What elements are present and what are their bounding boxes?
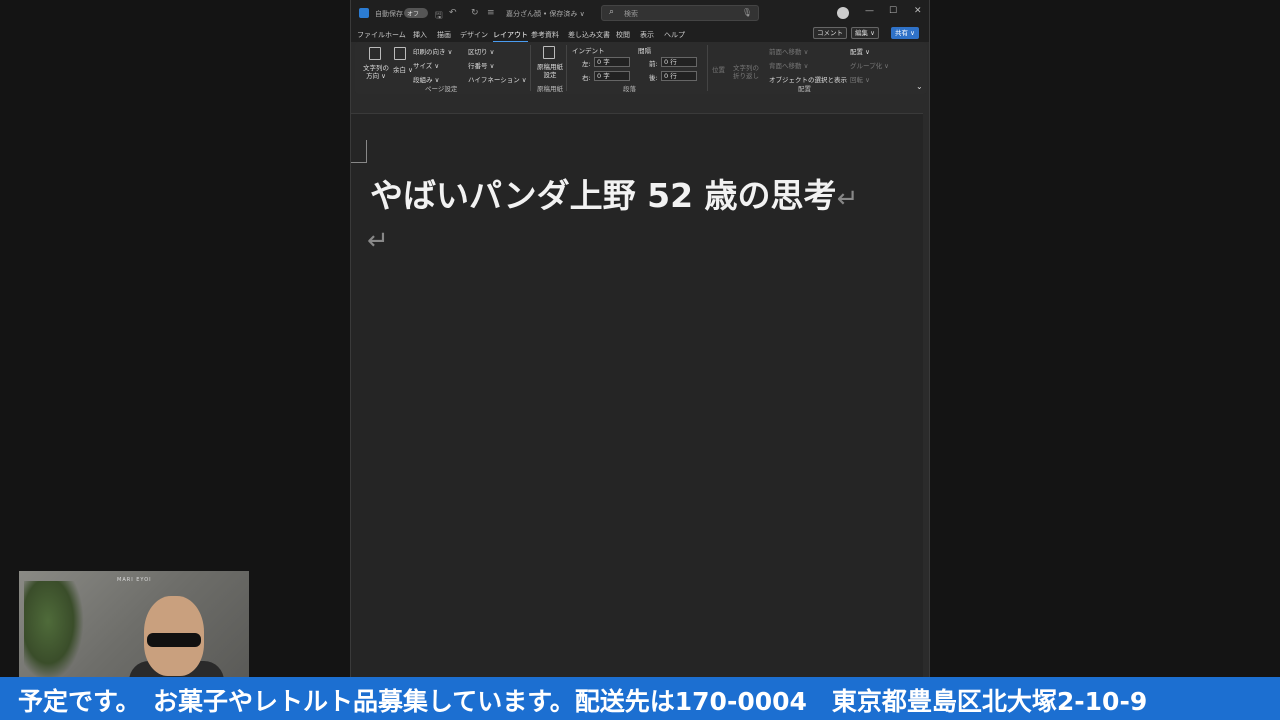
collapse-ribbon-icon[interactable]: ⌄ [916, 82, 923, 91]
send-backward-button[interactable]: 背面へ移動 ∨ [769, 60, 808, 70]
tab-design[interactable]: デザイン [460, 30, 488, 40]
breaks-button[interactable]: 区切り ∨ [468, 46, 494, 56]
spacing-label: 間隔 [638, 47, 651, 55]
divider [707, 45, 708, 91]
orientation-button[interactable]: 印刷の向き ∨ [413, 46, 452, 56]
page-corner-mark [351, 140, 367, 163]
hyphenation-button[interactable]: ハイフネーション ∨ [468, 74, 527, 84]
document-page[interactable]: やばいパンダ上野 52 歳の思考↵ ↵ [351, 113, 923, 720]
word-window: 自動保存 オフ 🖫 ↶ ↻ ≡ 嘉分ざん顔 • 保存済み ∨ ⌕ 検索 🎙 — … [350, 0, 930, 720]
line-numbers-button[interactable]: 行番号 ∨ [468, 60, 494, 70]
search-placeholder: 検索 [624, 10, 638, 18]
page-setup-group-label: ページ設定 [425, 85, 458, 93]
heading-text: やばいパンダ上野 52 歳の思考 [370, 176, 837, 215]
tab-home[interactable]: ホーム [385, 30, 406, 40]
layout-ribbon: 文字列の方向 ∨ 余白 ∨ 印刷の向き ∨ サイズ ∨ 段組み ∨ 区切り ∨ … [355, 42, 927, 94]
space-after-label: 後: [649, 74, 658, 82]
margins-icon [394, 47, 406, 60]
group-button[interactable]: グループ化 ∨ [850, 60, 889, 70]
search-icon: ⌕ [609, 7, 615, 17]
minimize-icon[interactable]: — [865, 6, 874, 16]
tab-view[interactable]: 表示 [640, 30, 654, 40]
undo-icon[interactable]: ↶ [449, 8, 457, 18]
maximize-icon[interactable]: ☐ [889, 6, 897, 16]
paragraph-mark: ↵ [836, 184, 859, 214]
align-button[interactable]: 配置 ∨ [850, 46, 870, 56]
ruler-area [351, 94, 929, 112]
tab-references[interactable]: 参考資料 [531, 30, 559, 40]
comment-button[interactable]: コメント [813, 27, 847, 39]
ribbon-tabs: ファイル ホーム 挿入 描画 デザイン レイアウト 参考資料 差し込み文書 校閲… [351, 27, 929, 43]
arrange-group-label: 配置 [798, 85, 811, 93]
save-state[interactable]: • 保存済み ∨ [543, 9, 585, 19]
sunglasses [147, 633, 201, 647]
indent-left-input[interactable]: 0 字 [594, 57, 630, 67]
divider [566, 45, 567, 91]
indent-left-label: 左: [582, 60, 591, 68]
size-button[interactable]: サイズ ∨ [413, 60, 439, 70]
close-icon[interactable]: ✕ [914, 6, 922, 16]
autosave-label: 自動保存 [375, 10, 403, 18]
space-before-input[interactable]: 0 行 [661, 57, 697, 67]
avatar[interactable] [837, 7, 849, 19]
tab-help[interactable]: ヘルプ [664, 30, 685, 40]
bring-forward-button[interactable]: 前面へ移動 ∨ [769, 46, 808, 56]
autosave-toggle[interactable]: オフ [404, 8, 428, 18]
divider [530, 45, 531, 91]
indent-label: インデント [572, 47, 605, 55]
webcam-wall-text: MARI EYOI [117, 577, 152, 583]
text-direction-icon [369, 47, 381, 60]
tab-draw[interactable]: 描画 [437, 30, 451, 40]
ticker-text: 日 予定です。 お菓子やレトルト品募集しています。配送先は170-0004 東京… [0, 687, 1148, 716]
margins-button[interactable]: 余白 ∨ [393, 64, 413, 74]
text-direction-button[interactable]: 文字列の方向 ∨ [361, 64, 391, 80]
space-before-label: 前: [649, 60, 658, 68]
document-heading[interactable]: やばいパンダ上野 52 歳の思考↵ [370, 169, 858, 217]
manuscript-group-label: 原稿用紙 [537, 85, 563, 93]
edit-mode-button[interactable]: 編集 ∨ [851, 27, 879, 39]
plant [24, 581, 84, 681]
manuscript-icon [543, 46, 555, 59]
indent-right-input[interactable]: 0 字 [594, 71, 630, 81]
rotate-button[interactable]: 回転 ∨ [850, 74, 870, 84]
share-button[interactable]: 共有 ∨ [891, 27, 919, 39]
space-after-input[interactable]: 0 行 [661, 71, 697, 81]
empty-paragraph-mark: ↵ [367, 226, 389, 256]
tab-file[interactable]: ファイル [357, 30, 385, 40]
ticker-banner: 日 予定です。 お菓子やレトルト品募集しています。配送先は170-0004 東京… [0, 677, 1280, 720]
search-box[interactable]: ⌕ 検索 🎙 [601, 5, 759, 21]
position-button[interactable]: 位置 [712, 64, 725, 74]
paragraph-group-label: 段落 [623, 85, 636, 93]
wrap-text-button[interactable]: 文字列の折り返し [733, 64, 765, 80]
webcam-overlay: MARI EYOI [19, 571, 249, 681]
save-icon[interactable]: 🖫 [435, 8, 443, 24]
title-bar: 自動保存 オフ 🖫 ↶ ↻ ≡ 嘉分ざん顔 • 保存済み ∨ ⌕ 検索 🎙 — … [351, 0, 929, 27]
microphone-icon[interactable]: 🎙 [742, 8, 752, 17]
redo-icon[interactable]: ↻ [471, 8, 479, 18]
word-logo-icon [359, 8, 369, 18]
manuscript-button[interactable]: 原稿用紙設定 [535, 63, 565, 79]
customize-icon[interactable]: ≡ [487, 8, 495, 18]
tab-mailings[interactable]: 差し込み文書 [568, 30, 610, 40]
indent-right-label: 右: [582, 74, 591, 82]
tab-insert[interactable]: 挿入 [413, 30, 427, 40]
document-name[interactable]: 嘉分ざん顔 [506, 9, 541, 19]
tab-review[interactable]: 校閲 [616, 30, 630, 40]
toggle-state: オフ [407, 11, 420, 18]
